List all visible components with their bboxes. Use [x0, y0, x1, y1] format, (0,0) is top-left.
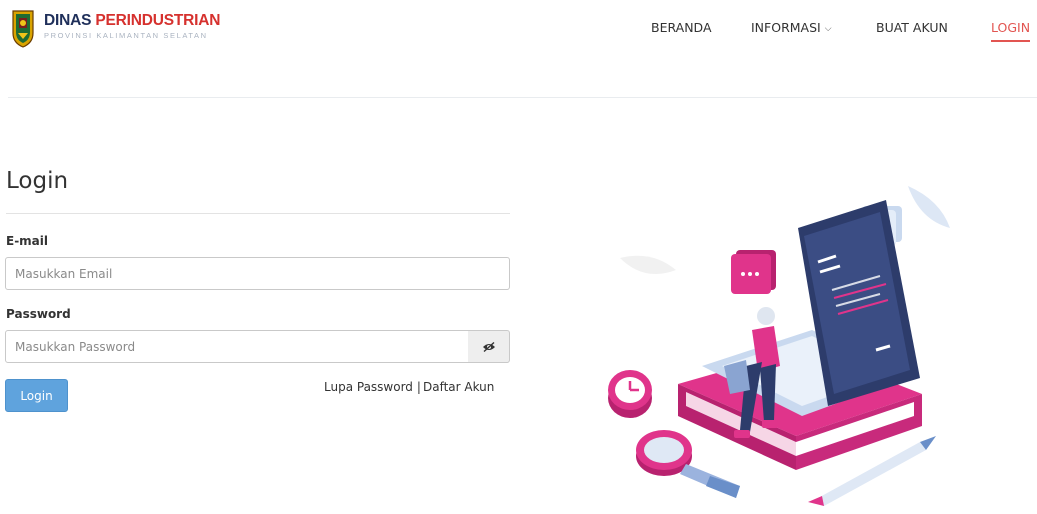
header-divider — [8, 97, 1037, 98]
toggle-password-button[interactable] — [468, 330, 510, 363]
forgot-password-link[interactable]: Lupa Password — [324, 380, 413, 394]
brand-title-word1: DINAS — [44, 12, 92, 29]
nav-informasi[interactable]: INFORMASI ⌵ — [751, 20, 832, 35]
brand-title: DINAS PERINDUSTRIAN — [44, 12, 220, 29]
email-label: E-mail — [6, 234, 49, 248]
nav-active-underline — [991, 40, 1031, 42]
nav-login[interactable]: LOGIN — [991, 20, 1031, 42]
account-links: Lupa Password | Daftar Akun — [324, 380, 494, 394]
password-field[interactable] — [5, 330, 469, 363]
login-illustration — [608, 186, 950, 506]
link-separator: | — [416, 380, 421, 394]
password-label: Password — [6, 307, 71, 321]
email-field[interactable] — [5, 257, 510, 290]
page-title: Login — [6, 168, 69, 194]
title-divider — [6, 213, 510, 214]
nav-login-label: LOGIN — [991, 20, 1031, 35]
login-button[interactable]: Login — [5, 379, 68, 412]
magnifier-icon — [636, 430, 740, 498]
nav-informasi-label: INFORMASI — [751, 20, 821, 35]
chat-bubble-pink-icon — [731, 250, 776, 294]
clock-icon — [608, 370, 652, 418]
eye-slash-icon — [482, 341, 495, 352]
brand-title-word2: PERINDUSTRIAN — [95, 12, 221, 29]
brand-logo[interactable]: DINAS PERINDUSTRIAN PROVINSI KALIMANTAN … — [10, 9, 220, 49]
chevron-down-icon: ⌵ — [824, 24, 832, 34]
brand-subtitle: PROVINSI KALIMANTAN SELATAN — [44, 31, 208, 40]
nav-beranda[interactable]: BERANDA — [651, 20, 712, 35]
register-link[interactable]: Daftar Akun — [423, 380, 494, 394]
nav-buat-akun[interactable]: BUAT AKUN — [876, 20, 948, 35]
province-emblem-icon — [12, 10, 34, 48]
